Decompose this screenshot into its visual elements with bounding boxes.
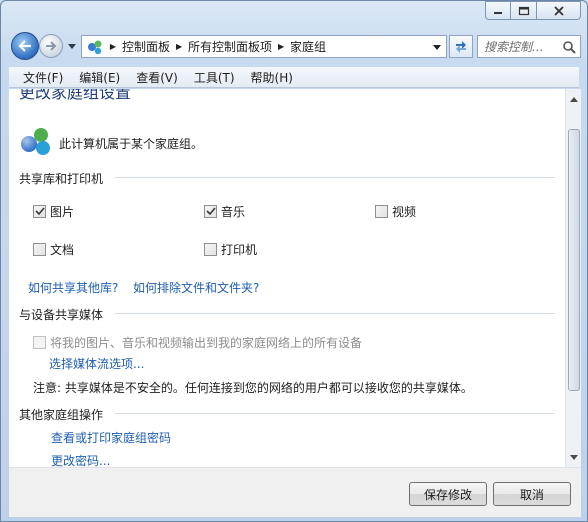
menu-tools[interactable]: 工具(T) xyxy=(186,69,243,86)
media-streaming-options-link[interactable]: 选择媒体流选项... xyxy=(49,355,144,372)
search-placeholder: 搜索控制... xyxy=(484,40,544,54)
breadcrumb-separator[interactable]: ▶ xyxy=(171,42,187,51)
section-divider xyxy=(115,413,555,414)
documents-label: 文档 xyxy=(50,243,75,257)
page-title: 更改家庭组设置 xyxy=(19,89,132,102)
change-password-link[interactable]: 更改密码... xyxy=(51,452,110,467)
section-divider xyxy=(115,177,555,178)
scroll-up-button[interactable] xyxy=(566,91,582,107)
share-music-option[interactable]: 音乐 xyxy=(204,203,245,220)
share-printers-option[interactable]: 打印机 xyxy=(204,241,257,258)
minimize-button[interactable] xyxy=(485,1,511,20)
navigation-bar: ▶ 控制面板 ▶ 所有控制面板项 ▶ 家庭组 搜索控制... xyxy=(9,31,581,63)
address-dropdown[interactable] xyxy=(431,41,443,53)
stream-media-checkbox[interactable] xyxy=(33,336,46,349)
exclude-files-link[interactable]: 如何排除文件和文件夹? xyxy=(133,279,259,296)
close-icon xyxy=(553,5,564,16)
back-arrow-icon xyxy=(18,40,31,52)
section-divider xyxy=(115,313,555,314)
close-button[interactable] xyxy=(537,1,581,20)
videos-checkbox[interactable] xyxy=(375,205,388,218)
menu-bar: 文件(F) 编辑(E) 查看(V) 工具(T) 帮助(H) xyxy=(9,67,579,88)
printers-label: 打印机 xyxy=(221,243,258,257)
view-print-password-link[interactable]: 查看或打印家庭组密码 xyxy=(51,429,171,446)
breadcrumb-separator[interactable]: ▶ xyxy=(273,42,289,51)
homegroup-icon xyxy=(21,128,50,155)
checkmark-icon xyxy=(34,207,45,216)
vertical-scrollbar[interactable] xyxy=(565,89,581,467)
homegroup-status: 此计算机属于某个家庭组。 xyxy=(59,137,204,151)
maximize-button[interactable] xyxy=(511,1,537,20)
menu-file[interactable]: 文件(F) xyxy=(15,69,71,86)
stream-media-label: 将我的图片、音乐和视频输出到我的家庭网络上的所有设备 xyxy=(50,336,363,350)
content-pane: 更改家庭组设置 此计算机属于某个家庭组。 共享库和打印机 图片 音乐 视频 文档 xyxy=(9,89,565,467)
address-bar[interactable]: ▶ 控制面板 ▶ 所有控制面板项 ▶ 家庭组 xyxy=(81,35,447,58)
breadcrumb-homegroup[interactable]: 家庭组 xyxy=(289,38,327,55)
chevron-down-icon xyxy=(433,44,441,50)
share-other-libraries-link[interactable]: 如何共享其他库? xyxy=(28,279,118,296)
chevron-down-icon xyxy=(68,43,76,49)
cancel-button[interactable]: 取消 xyxy=(493,482,571,506)
media-sharing-header: 与设备共享媒体 xyxy=(19,308,104,322)
forward-arrow-icon xyxy=(46,41,57,51)
save-changes-button[interactable]: 保存修改 xyxy=(409,482,487,506)
menu-view[interactable]: 查看(V) xyxy=(128,69,186,86)
media-security-note: 注意: 共享媒体是不安全的。任何连接到您的网络的用户都可以接收您的共享媒体。 xyxy=(33,381,473,395)
refresh-icon xyxy=(456,40,466,53)
breadcrumb-all-items[interactable]: 所有控制面板项 xyxy=(187,38,273,55)
forward-button[interactable] xyxy=(39,34,63,58)
breadcrumb-separator: ▶ xyxy=(109,42,117,51)
dialog-footer: 保存修改 取消 xyxy=(9,467,581,517)
scrollbar-thumb[interactable] xyxy=(568,129,580,391)
share-pictures-option[interactable]: 图片 xyxy=(33,203,74,220)
refresh-button[interactable] xyxy=(449,35,473,58)
share-documents-option[interactable]: 文档 xyxy=(33,241,74,258)
pictures-checkbox[interactable] xyxy=(33,205,46,218)
documents-checkbox[interactable] xyxy=(33,243,46,256)
back-button[interactable] xyxy=(11,32,39,60)
caption-buttons xyxy=(485,1,581,21)
music-checkbox[interactable] xyxy=(204,205,217,218)
search-box[interactable]: 搜索控制... xyxy=(477,35,581,58)
chevron-down-icon xyxy=(570,454,578,460)
videos-label: 视频 xyxy=(392,205,417,219)
printers-checkbox[interactable] xyxy=(204,243,217,256)
search-icon[interactable] xyxy=(561,39,577,55)
other-actions-header: 其他家庭组操作 xyxy=(19,408,104,422)
scroll-down-button[interactable] xyxy=(566,449,582,465)
menu-help[interactable]: 帮助(H) xyxy=(243,69,301,86)
homegroup-icon xyxy=(85,37,105,57)
share-libraries-header: 共享库和打印机 xyxy=(19,172,104,186)
maximize-icon xyxy=(518,6,529,15)
checkmark-icon xyxy=(205,207,216,216)
minimize-icon xyxy=(494,11,502,14)
chevron-up-icon xyxy=(570,96,578,102)
breadcrumb-control-panel[interactable]: 控制面板 xyxy=(121,38,171,55)
explorer-window: ▶ 控制面板 ▶ 所有控制面板项 ▶ 家庭组 搜索控制... 文件(F) 编辑(… xyxy=(0,0,588,522)
stream-media-option[interactable]: 将我的图片、音乐和视频输出到我的家庭网络上的所有设备 xyxy=(33,334,362,351)
pictures-label: 图片 xyxy=(50,205,75,219)
share-videos-option[interactable]: 视频 xyxy=(375,203,416,220)
music-label: 音乐 xyxy=(221,205,246,219)
recent-pages-dropdown[interactable] xyxy=(67,41,77,51)
menu-edit[interactable]: 编辑(E) xyxy=(71,69,128,86)
